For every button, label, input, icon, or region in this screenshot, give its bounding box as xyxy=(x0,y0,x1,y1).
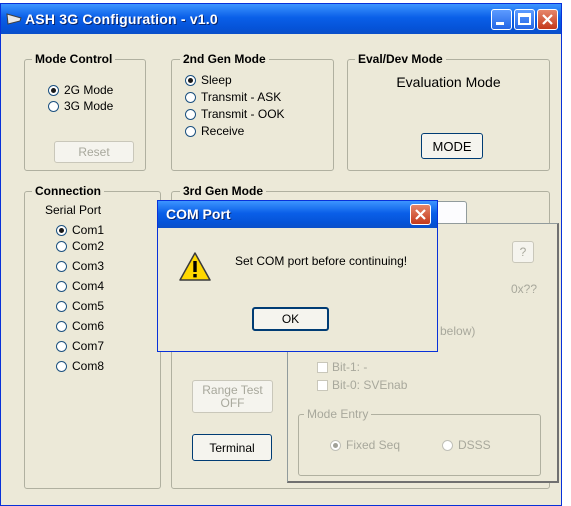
com-port-dialog: COM Port Set COM port before continuing!… xyxy=(157,200,438,352)
minimize-button[interactable] xyxy=(491,9,512,30)
radio-button[interactable] xyxy=(56,241,67,252)
bit0-checkbox[interactable]: Bit-0: SVEnab xyxy=(317,378,407,392)
maximize-button[interactable] xyxy=(514,9,535,30)
partial-label: below) xyxy=(440,324,476,338)
radio-button[interactable] xyxy=(185,109,196,120)
radio-button[interactable] xyxy=(56,301,67,312)
radio-receive[interactable]: Receive xyxy=(185,124,244,140)
radio-sleep[interactable]: Sleep xyxy=(185,73,232,89)
evaluation-mode-text: Evaluation Mode xyxy=(396,74,501,90)
radio-button[interactable] xyxy=(56,225,67,236)
close-button[interactable] xyxy=(537,9,558,30)
close-icon xyxy=(415,209,426,220)
terminal-button[interactable]: Terminal xyxy=(192,434,272,461)
gen2-mode-label: 2nd Gen Mode xyxy=(180,52,269,66)
checkbox[interactable] xyxy=(317,380,328,391)
radio-com8[interactable]: Com8 xyxy=(56,359,104,375)
close-icon xyxy=(542,14,553,25)
radio-button[interactable] xyxy=(185,92,196,103)
radio-com4[interactable]: Com4 xyxy=(56,279,104,295)
radio-transmit-ask[interactable]: Transmit - ASK xyxy=(185,90,281,106)
mode-control-label: Mode Control xyxy=(32,52,116,66)
hex-value: 0x?? xyxy=(511,282,538,296)
checkbox[interactable] xyxy=(317,362,328,373)
window-title: ASH 3G Configuration - v1.0 xyxy=(25,11,218,27)
radio-button[interactable] xyxy=(56,281,67,292)
radio-com1[interactable]: Com1 xyxy=(56,223,104,239)
radio-button[interactable] xyxy=(56,261,67,272)
eval-dev-label: Eval/Dev Mode xyxy=(355,52,446,66)
radio-com5[interactable]: Com5 xyxy=(56,299,104,315)
radio-button[interactable] xyxy=(185,126,196,137)
dialog-title: COM Port xyxy=(166,206,231,222)
radio-com6[interactable]: Com6 xyxy=(56,319,104,335)
gen3-mode-label: 3rd Gen Mode xyxy=(180,184,267,198)
ok-button[interactable]: OK xyxy=(252,307,329,331)
radio-button[interactable] xyxy=(56,341,67,352)
dialog-title-bar[interactable]: COM Port xyxy=(158,201,437,228)
radio-button[interactable] xyxy=(48,101,59,112)
app-icon xyxy=(6,13,22,25)
radio-button[interactable] xyxy=(330,440,341,451)
bit1-checkbox[interactable]: Bit-1: - xyxy=(317,360,367,374)
radio-transmit-ook[interactable]: Transmit - OOK xyxy=(185,107,285,123)
radio-com7[interactable]: Com7 xyxy=(56,339,104,355)
warning-icon xyxy=(179,252,211,281)
range-test-button[interactable]: Range Test OFF xyxy=(192,380,273,413)
maximize-icon xyxy=(518,13,531,25)
dialog-message: Set COM port before continuing! xyxy=(235,254,408,268)
radio-button[interactable] xyxy=(48,85,59,96)
radio-com3[interactable]: Com3 xyxy=(56,259,104,275)
reset-button[interactable]: Reset xyxy=(54,141,134,163)
dialog-close-button[interactable] xyxy=(410,204,431,225)
radio-button[interactable] xyxy=(185,75,196,86)
minimize-icon xyxy=(496,22,504,25)
connection-label: Connection xyxy=(32,184,104,198)
radio-button[interactable] xyxy=(56,361,67,372)
title-bar[interactable]: ASH 3G Configuration - v1.0 xyxy=(1,4,561,34)
mode-entry-label: Mode Entry xyxy=(304,407,372,421)
radio-dsss[interactable]: DSSS xyxy=(442,438,491,454)
radio-2g-mode[interactable]: 2G Mode xyxy=(48,83,113,99)
mode-button[interactable]: MODE xyxy=(421,133,483,159)
serial-port-label: Serial Port xyxy=(45,203,102,217)
help-button[interactable]: ? xyxy=(512,241,534,263)
radio-com2[interactable]: Com2 xyxy=(56,239,104,255)
radio-fixed-seq[interactable]: Fixed Seq xyxy=(330,438,400,454)
radio-3g-mode[interactable]: 3G Mode xyxy=(48,99,113,115)
radio-button[interactable] xyxy=(442,440,453,451)
radio-button[interactable] xyxy=(56,321,67,332)
